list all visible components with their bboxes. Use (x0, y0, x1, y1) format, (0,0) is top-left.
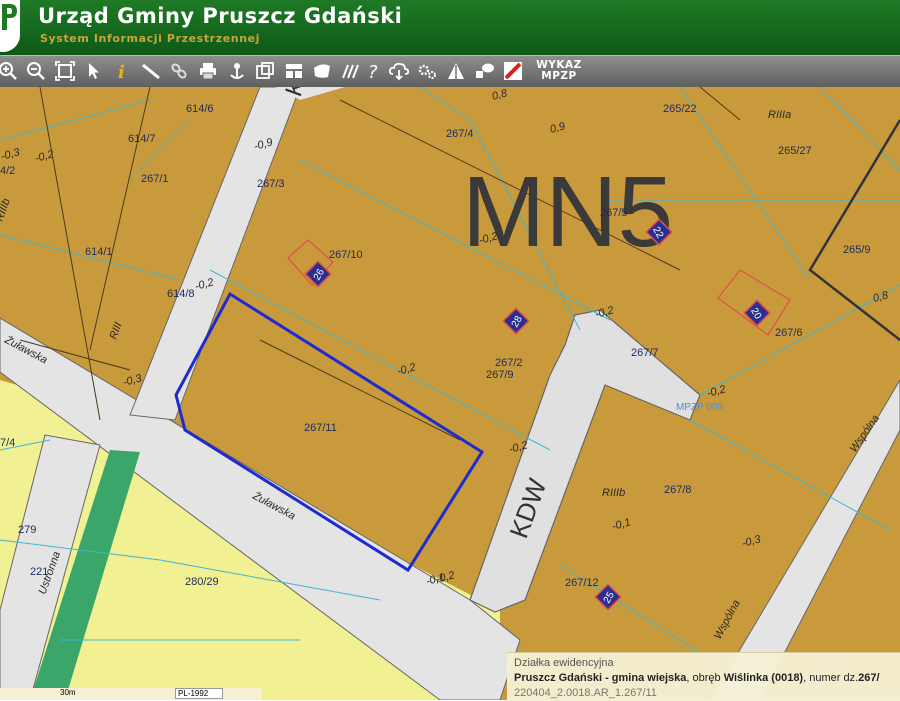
parcel-label: 267/10 (329, 249, 363, 261)
parcel-label: 267/8 (664, 484, 692, 496)
soil-class-label: RIIIa (768, 109, 791, 121)
info-text-numer: , numer dz. (803, 672, 859, 684)
logo[interactable] (0, 0, 20, 52)
parcel-label: 267/9 (486, 369, 514, 381)
cloud-download-icon[interactable] (388, 60, 410, 82)
crs-select[interactable]: PL-1992 (175, 688, 224, 699)
parcel-label: 265/9 (843, 244, 871, 256)
app-header: Urząd Gminy Pruszcz Gdański System Infor… (0, 0, 900, 55)
parcel-label: 7/4 (0, 437, 15, 449)
zoom-extent-icon[interactable] (54, 60, 76, 82)
pointer-icon[interactable] (83, 60, 105, 82)
info-title: Działka ewidencyjna (514, 657, 614, 669)
layout-icon[interactable] (283, 60, 305, 82)
zoom-in-icon[interactable] (0, 60, 19, 82)
parcel-label: 614/1 (85, 246, 113, 258)
info-icon[interactable]: i (111, 60, 133, 83)
parcel-label: 265/27 (778, 145, 812, 157)
measure-icon[interactable] (140, 60, 162, 82)
parcel-label: 267/5 (600, 207, 628, 219)
info-panel: Działka ewidencyjna Pruszcz Gdański - gm… (507, 652, 900, 701)
svg-text:i: i (118, 62, 125, 82)
info-parcel-line: Pruszcz Gdański - gmina wiejska, obręb W… (514, 672, 880, 684)
pin-icon[interactable] (226, 60, 248, 82)
parcel-label: 4/2 (0, 165, 15, 177)
parcel-label: 279 (18, 524, 36, 536)
soil-class-label: RIIIb (602, 487, 625, 499)
mpzp-label: MPZP (541, 70, 577, 82)
scale-bar: 30m PL-1992 (0, 688, 262, 700)
info-parcel-number: 267/ (858, 672, 880, 684)
wykaz-mpzp-button[interactable]: WYKAZ MPZP (533, 60, 585, 82)
info-text-obreb: , obręb (686, 672, 724, 684)
parcel-label: 267/3 (257, 178, 285, 190)
parcel-label: 267/2 (495, 357, 523, 369)
info-obreb: Wiślinka (0018) (723, 672, 804, 684)
scale-label: 30m (60, 688, 76, 697)
parcel-label: 280/29 (185, 576, 219, 588)
app-title: Urząd Gminy Pruszcz Gdański (38, 4, 403, 28)
link-icon[interactable] (168, 60, 190, 82)
layers-icon[interactable] (445, 60, 467, 82)
shape-icon[interactable] (311, 60, 333, 82)
parcel-label: 267/6 (775, 327, 803, 339)
mpzp-icon[interactable] (502, 60, 524, 82)
hatch-icon[interactable] (340, 60, 362, 82)
app-subtitle: System Informacji Przestrzennej (40, 32, 261, 45)
zone-label: MN5 (462, 156, 673, 268)
info-parcel-id: 220404_2.0018.AR_1.267/11 (514, 687, 657, 699)
map-canvas[interactable]: MN5 614/6 614/7 267/1 614/1 614/8 267/3 267/4 2… (0, 87, 900, 700)
map-toolbar: i ? WYKAZ MPZP (0, 55, 900, 88)
parcel-label: 267/7 (631, 347, 659, 359)
zoom-out-icon[interactable] (25, 60, 47, 82)
help-icon[interactable]: ? (363, 60, 385, 83)
export-icon[interactable] (254, 60, 276, 82)
settings-icon[interactable] (416, 60, 438, 82)
chat-icon[interactable] (474, 60, 496, 82)
parcel-label: 267/12 (565, 577, 599, 589)
parcel-label: 614/6 (186, 103, 214, 115)
parcel-label: 267/1 (141, 173, 169, 185)
parcel-label: 265/22 (663, 103, 697, 115)
parcel-label: 614/8 (167, 288, 195, 300)
parcel-label: 267/4 (446, 128, 474, 140)
parcel-label: 614/7 (128, 133, 156, 145)
svg-text:?: ? (368, 62, 378, 82)
info-commune: Pruszcz Gdański - gmina wiejska (514, 672, 687, 684)
print-icon[interactable] (197, 60, 219, 82)
mpzp-label: MPZP 009 (676, 402, 723, 413)
parcel-label: 267/11 (304, 422, 337, 434)
